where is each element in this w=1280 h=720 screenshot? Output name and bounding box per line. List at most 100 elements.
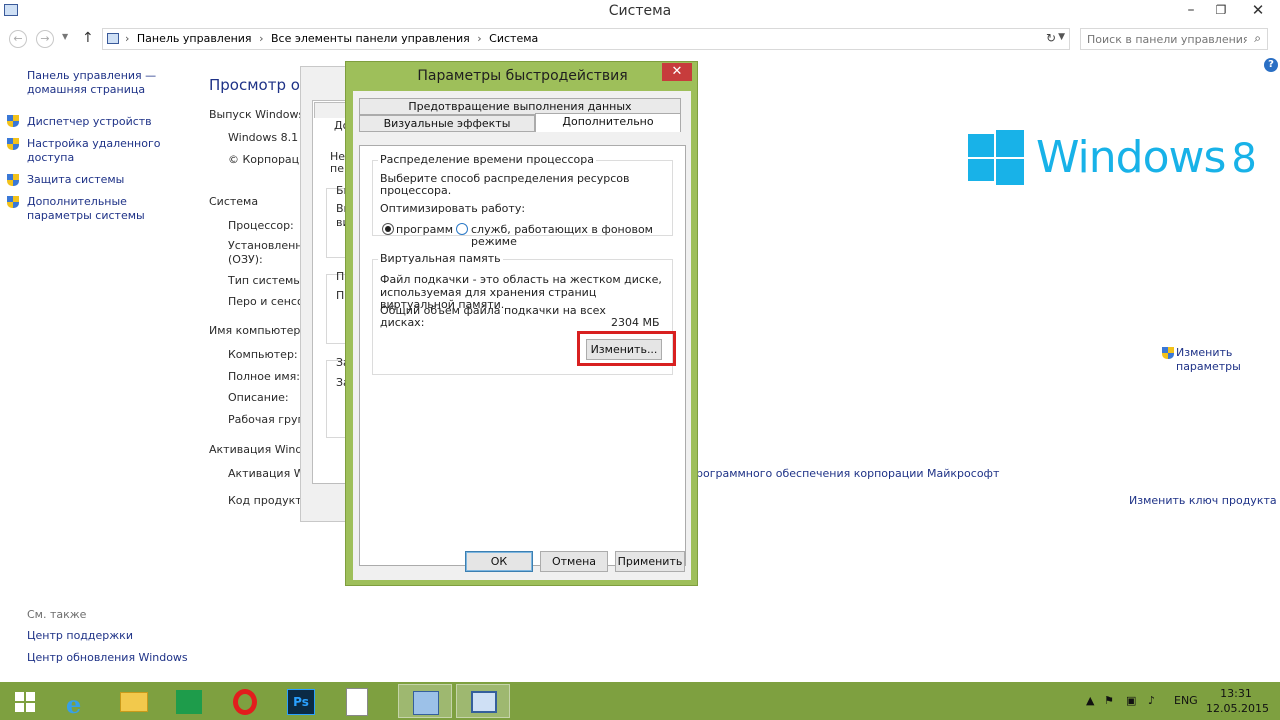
help-icon[interactable]: ? xyxy=(1264,58,1278,72)
store-icon xyxy=(176,690,202,714)
search-input[interactable] xyxy=(1087,30,1247,48)
background-services-radio[interactable] xyxy=(456,223,468,235)
start-windows-icon xyxy=(15,692,24,701)
clock-date: 12.05.2015 xyxy=(1206,702,1269,715)
optimize-label: Оптимизировать работу: xyxy=(380,202,526,215)
workgroup-label: Рабочая груп xyxy=(228,413,305,426)
uac-shield-icon xyxy=(1162,347,1174,360)
programs-radio[interactable] xyxy=(382,223,394,235)
ram-label: Установленна xyxy=(228,239,310,252)
taskbar-opera[interactable] xyxy=(218,684,272,718)
nav-control-panel-home[interactable]: Панель управления — домашняя страница xyxy=(27,69,192,97)
window-titlebar: Система – ❐ ✕ xyxy=(0,0,1280,24)
start-button[interactable] xyxy=(0,684,54,718)
activation-label: Активация Wi xyxy=(228,467,308,480)
virtual-memory-legend: Виртуальная память xyxy=(378,252,503,265)
internet-explorer-icon: e xyxy=(66,690,82,719)
computer-label: Компьютер: xyxy=(228,348,298,361)
change-product-key-link[interactable]: Изменить ключ продукта xyxy=(1129,494,1277,507)
ok-button[interactable]: ОК xyxy=(465,551,533,572)
background-services-radio-label[interactable]: служб, работающих в фоновом режиме xyxy=(471,224,672,248)
input-language-indicator[interactable]: ENG xyxy=(1174,694,1198,707)
change-button-highlight xyxy=(577,331,676,366)
processor-scheduling-group: Распределение времени процессора Выберит… xyxy=(372,153,673,248)
breadcrumb-separator-icon[interactable]: › xyxy=(259,32,263,45)
taskbar-file-explorer[interactable] xyxy=(106,684,160,718)
windows-8-wordmark: Windows 8 xyxy=(1036,132,1257,183)
volume-icon[interactable]: ♪ xyxy=(1148,694,1155,707)
navigation-bar: ← → ▼ ↑ › Панель управления › Все элемен… xyxy=(0,26,1280,52)
up-arrow-icon[interactable]: ↑ xyxy=(82,30,94,46)
forward-arrow-icon[interactable]: → xyxy=(36,30,54,48)
opera-icon xyxy=(233,689,257,715)
taskbar-control-panel[interactable] xyxy=(398,684,452,718)
action-center-flag-icon[interactable]: ⚑ xyxy=(1104,694,1114,707)
system-type-label: Тип системы: xyxy=(228,274,306,287)
control-panel-icon xyxy=(413,691,439,715)
taskbar-store[interactable] xyxy=(162,684,216,718)
apply-button[interactable]: Применить xyxy=(615,551,685,572)
refresh-icon[interactable]: ↻ xyxy=(1046,31,1056,45)
clock-time: 13:31 xyxy=(1220,687,1252,700)
breadcrumb-separator-icon[interactable]: › xyxy=(125,32,129,45)
search-icon[interactable]: ⌕ xyxy=(1254,31,1261,46)
minimize-button[interactable]: – xyxy=(1176,0,1206,22)
dialog-title: Параметры быстродействия xyxy=(417,68,628,84)
bg-text: П xyxy=(336,289,345,302)
change-settings-link[interactable]: Изменить параметры xyxy=(1162,346,1256,374)
taskbar-internet-explorer[interactable]: e xyxy=(50,684,104,719)
show-hidden-icons-chevron-icon[interactable]: ▲ xyxy=(1086,694,1094,707)
edition-heading: Выпуск Windows xyxy=(209,108,305,121)
cancel-button[interactable]: Отмена xyxy=(540,551,608,572)
recent-locations-chevron-icon[interactable]: ▼ xyxy=(62,32,68,41)
nav-remote-settings[interactable]: Настройка удаленного доступа xyxy=(27,137,192,165)
back-arrow-icon[interactable]: ← xyxy=(9,30,27,48)
window-title: Система xyxy=(608,3,672,19)
link-windows-update[interactable]: Центр обновления Windows xyxy=(27,651,188,664)
breadcrumb-all-items[interactable]: Все элементы панели управления xyxy=(271,32,470,45)
breadcrumb-separator-icon[interactable]: › xyxy=(477,32,481,45)
taskbar: e Ps ▲ ⚑ ▣ ♪ ENG 13:31 12.05.2015 xyxy=(0,682,1280,720)
processor-label: Процессор: xyxy=(228,219,294,232)
nav-advanced-system-settings[interactable]: Дополнительные параметры системы xyxy=(27,195,192,223)
programs-radio-label[interactable]: программ xyxy=(396,224,453,236)
close-button[interactable]: ✕ xyxy=(1236,0,1280,22)
edition-value: Windows 8.1 П xyxy=(228,131,310,144)
windows-8-logo: Windows 8 xyxy=(968,130,1258,190)
license-terms-link[interactable]: рограммного обеспечения корпорации Майкр… xyxy=(696,467,999,480)
uac-shield-icon xyxy=(7,196,19,209)
paging-file-total-value: 2304 МБ xyxy=(611,316,660,329)
folder-icon xyxy=(120,692,148,712)
processor-scheduling-description: Выберите способ распределения ресурсов п… xyxy=(380,172,630,197)
nav-system-protection[interactable]: Защита системы xyxy=(27,173,192,187)
full-name-label: Полное имя: xyxy=(228,370,300,383)
taskbar-notepad[interactable] xyxy=(330,684,384,718)
address-field[interactable]: › Панель управления › Все элементы панел… xyxy=(102,28,1070,50)
address-dropdown-chevron-icon[interactable]: ▼ xyxy=(1058,32,1065,42)
system-heading: Система xyxy=(209,195,259,208)
dialog-close-button[interactable]: ✕ xyxy=(662,63,692,81)
nav-device-manager[interactable]: Диспетчер устройств xyxy=(27,115,192,129)
notepad-icon xyxy=(346,688,368,716)
tab-advanced[interactable]: Дополнительно xyxy=(535,113,681,132)
uac-shield-icon xyxy=(7,138,19,151)
breadcrumb-control-panel[interactable]: Панель управления xyxy=(137,32,252,45)
bg-group-profiles xyxy=(326,274,346,344)
description-label: Описание: xyxy=(228,391,289,404)
maximize-button[interactable]: ❐ xyxy=(1206,0,1236,22)
performance-options-dialog: Параметры быстродействия ✕ Предотвращени… xyxy=(345,61,698,586)
uac-shield-icon xyxy=(7,174,19,187)
paging-file-total-label-line2: дисках: xyxy=(380,316,425,329)
taskbar-system[interactable] xyxy=(456,684,510,718)
breadcrumb: › Панель управления › Все элементы панел… xyxy=(125,32,542,45)
network-icon[interactable]: ▣ xyxy=(1126,694,1136,707)
ram-label-cont: (ОЗУ): xyxy=(228,253,263,266)
breadcrumb-system[interactable]: Система xyxy=(489,32,538,45)
search-box[interactable]: ⌕ xyxy=(1080,28,1268,50)
link-action-center[interactable]: Центр поддержки xyxy=(27,629,133,642)
tab-visual-effects[interactable]: Визуальные эффекты xyxy=(359,115,535,132)
taskbar-clock[interactable]: 13:31 12.05.2015 xyxy=(1206,686,1269,716)
photoshop-icon: Ps xyxy=(287,689,315,715)
taskbar-photoshop[interactable]: Ps xyxy=(274,684,328,718)
pen-touch-label: Перо и сенсо xyxy=(228,295,304,308)
